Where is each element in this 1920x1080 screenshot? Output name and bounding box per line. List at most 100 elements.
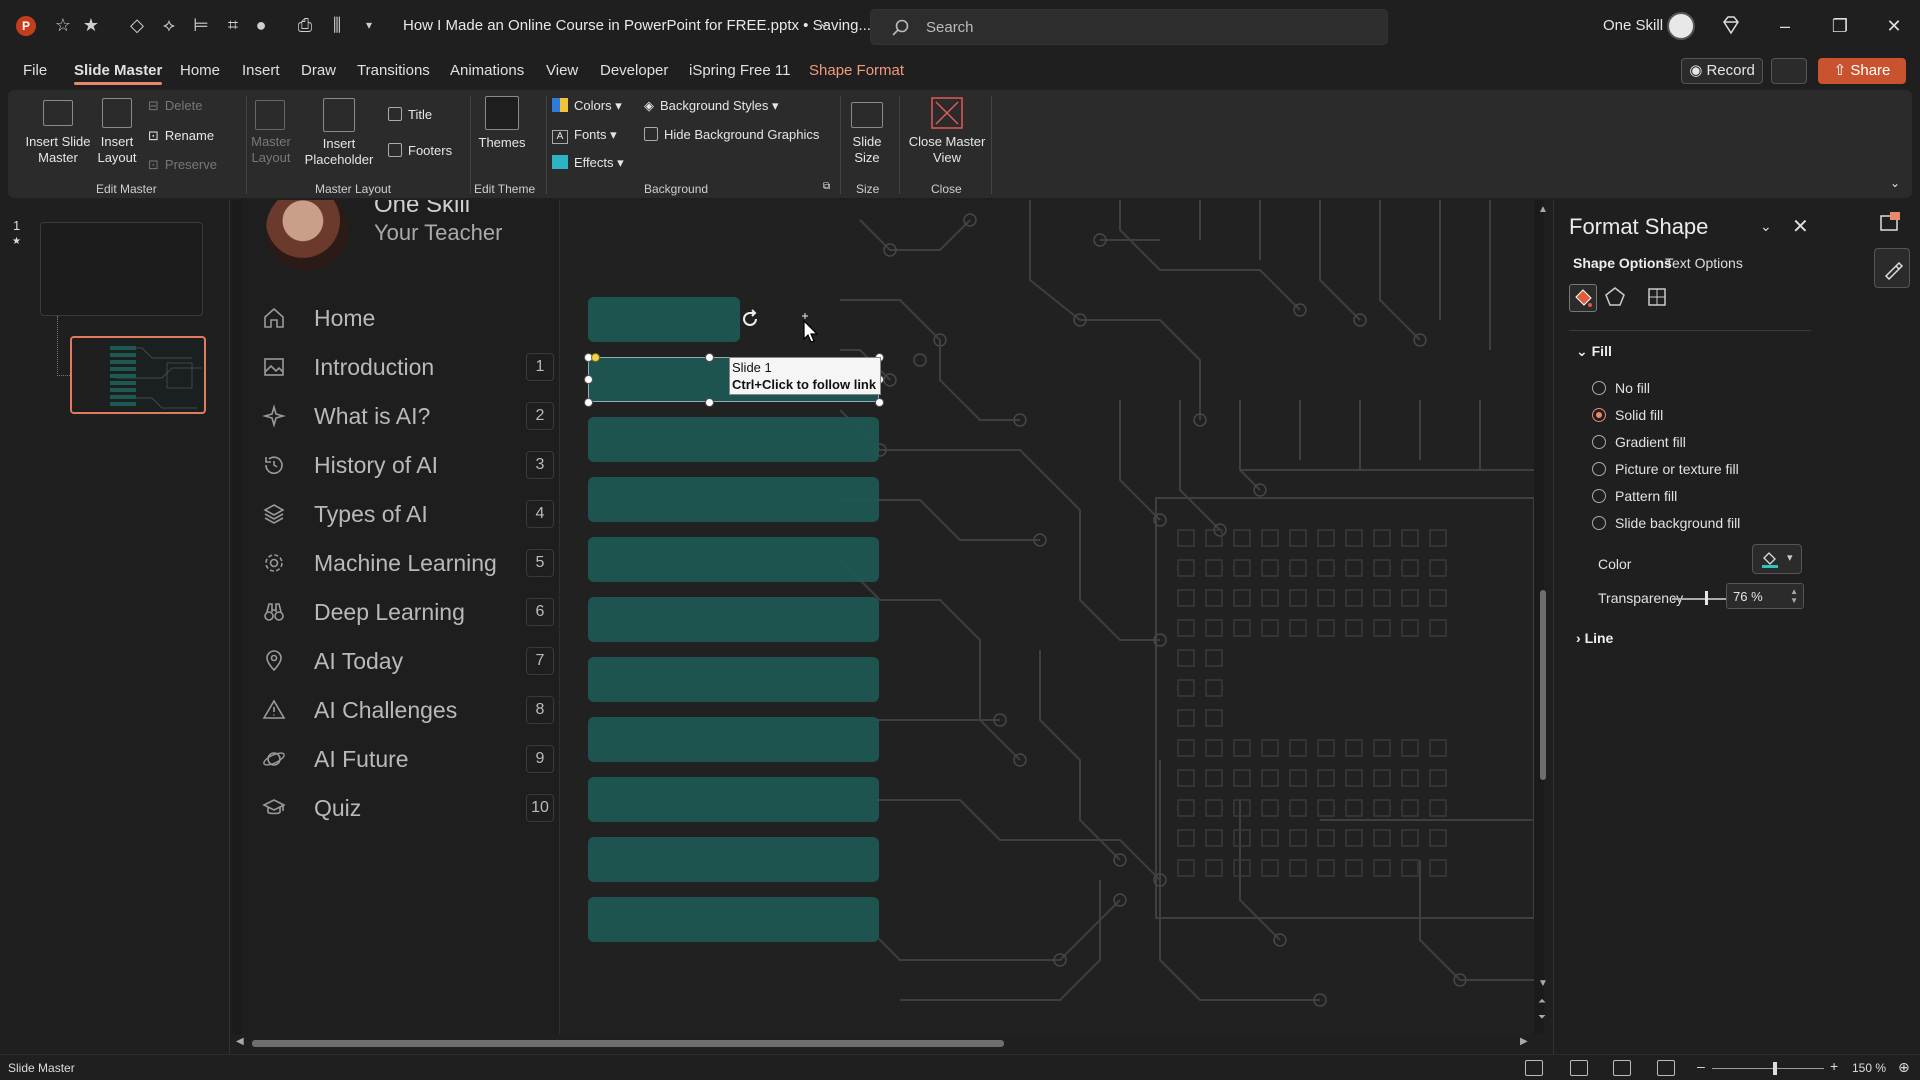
scroll-left-icon[interactable]: ◀ (236, 1036, 244, 1047)
radio-pattern-fill[interactable]: Pattern fill (1592, 488, 1677, 504)
tab-home[interactable]: Home (180, 62, 220, 79)
line-section-header[interactable]: › Line (1576, 630, 1613, 646)
avatar[interactable] (1667, 12, 1695, 40)
radio-no-fill[interactable]: No fill (1592, 380, 1650, 396)
close-master-view-button[interactable]: Close Master View (906, 134, 988, 166)
resize-handle[interactable] (705, 398, 714, 407)
crop-icon[interactable]: ⌗ (222, 14, 244, 36)
scroll-up-icon[interactable]: ▲ (1538, 204, 1548, 215)
user-name[interactable]: One Skill (1603, 17, 1663, 34)
menu-item-ai-future[interactable]: AI Future 9 (262, 739, 554, 779)
close-pane-icon[interactable]: ✕ (1792, 214, 1809, 239)
zoom-level[interactable]: 150 % (1852, 1061, 1886, 1075)
slide-size-button[interactable]: Slide Size (844, 134, 890, 166)
zoom-in-icon[interactable]: + (1830, 1058, 1838, 1074)
transparency-slider[interactable] (1672, 598, 1734, 600)
menu-item-machine-learning[interactable]: Machine Learning 5 (262, 543, 554, 583)
record-button[interactable]: ◉ Record (1681, 58, 1763, 84)
tab-shape-options[interactable]: Shape Options (1573, 255, 1672, 271)
diamond-icon[interactable] (1720, 14, 1742, 36)
slide[interactable]: One Skill Your Teacher Home Introduction… (242, 200, 1534, 1034)
format-shape-rail-button[interactable] (1874, 248, 1910, 288)
zoom-slider-knob[interactable] (1773, 1062, 1777, 1075)
designer-icon[interactable] (1876, 208, 1904, 236)
link-button-ai-today[interactable] (588, 717, 879, 762)
resize-handle[interactable] (875, 398, 884, 407)
preserve-button[interactable]: ⊡ Preserve (148, 157, 217, 173)
background-dialog-launcher-icon[interactable]: ⧉ (823, 181, 830, 192)
slide-sorter-icon[interactable] (1570, 1060, 1588, 1076)
tab-draw[interactable]: Draw (301, 62, 336, 79)
layout-thumbnail[interactable] (70, 336, 206, 414)
fill-section-header[interactable]: ⌄ Fill (1576, 343, 1612, 360)
master-layout-button[interactable]: Master Layout (248, 134, 294, 166)
resize-handle[interactable] (584, 375, 593, 384)
link-button-history-of-ai[interactable] (588, 477, 879, 522)
menu-item-deep-learning[interactable]: Deep Learning 6 (262, 592, 554, 632)
comments-button[interactable] (1771, 58, 1807, 84)
search-box[interactable]: Search (870, 9, 1388, 45)
next-slide-icon[interactable]: ⏷ (1538, 1012, 1546, 1023)
horizontal-scrollbar[interactable]: ◀ ▶ (232, 1036, 1532, 1050)
resize-handle[interactable] (584, 398, 593, 407)
menu-item-home[interactable]: Home (262, 298, 544, 338)
customize-qat-icon[interactable]: ▾ (358, 14, 380, 36)
shape-icon[interactable]: ⟡ (158, 14, 180, 36)
notes-icon[interactable] (1525, 1060, 1543, 1076)
spinner-icon[interactable]: ▲ ▼ (1790, 587, 1798, 605)
colors-dropdown[interactable]: Colors ▾ (552, 98, 622, 114)
effects-category-button[interactable] (1602, 284, 1630, 312)
tab-transitions[interactable]: Transitions (357, 62, 430, 79)
close-icon[interactable]: ✕ (1879, 14, 1909, 38)
tab-text-options[interactable]: Text Options (1665, 255, 1743, 271)
transparency-input[interactable]: 76 % ▲ ▼ (1726, 583, 1804, 609)
link-button-what-is-ai[interactable] (588, 417, 879, 462)
insert-layout-button[interactable]: Insert Layout (96, 134, 138, 166)
horizontal-scroll-thumb[interactable] (252, 1040, 1004, 1047)
zoom-slider[interactable] (1712, 1068, 1824, 1069)
distribute-icon[interactable]: ⫼ (326, 14, 348, 36)
menu-item-history-of-ai[interactable]: History of AI 3 (262, 445, 554, 485)
document-title[interactable]: How I Made an Online Course in PowerPoin… (403, 17, 871, 34)
tab-view[interactable]: View (546, 62, 578, 79)
link-button-types-of-ai[interactable] (588, 537, 879, 582)
rename-button[interactable]: ⊡ Rename (148, 128, 214, 144)
fit-to-window-icon[interactable]: ⊕ (1898, 1059, 1910, 1076)
reading-view-icon[interactable] (1613, 1060, 1631, 1076)
tab-shape-format[interactable]: Shape Format (809, 62, 904, 79)
menu-item-quiz[interactable]: Quiz 10 (262, 788, 554, 828)
print-icon[interactable]: ⎙ (294, 14, 316, 36)
autosave-icon[interactable]: ☆ (52, 14, 74, 36)
chevron-down-icon[interactable]: ⌄ (818, 14, 830, 31)
tab-insert[interactable]: Insert (242, 62, 280, 79)
radio-solid-fill[interactable]: Solid fill (1592, 407, 1663, 423)
slideshow-icon[interactable] (1657, 1060, 1675, 1076)
fill-line-category-button[interactable] (1569, 284, 1597, 312)
fonts-dropdown[interactable]: A Fonts ▾ (552, 127, 617, 144)
collapse-ribbon-icon[interactable]: ⌄ (1890, 176, 1900, 190)
delete-button[interactable]: ⊟ Delete (148, 98, 202, 114)
tab-slide-master[interactable]: Slide Master (74, 62, 163, 85)
zoom-out-icon[interactable]: – (1697, 1058, 1705, 1074)
radio-slide-background-fill[interactable]: Slide background fill (1592, 515, 1740, 531)
hide-background-graphics-checkbox[interactable]: Hide Background Graphics (644, 127, 819, 142)
themes-button[interactable]: Themes (478, 135, 526, 151)
transparency-slider-knob[interactable] (1705, 591, 1708, 605)
footers-checkbox[interactable]: Footers (388, 143, 452, 158)
menu-item-ai-today[interactable]: AI Today 7 (262, 641, 554, 681)
background-styles-dropdown[interactable]: ◈ Background Styles ▾ (644, 98, 779, 114)
vertical-scrollbar[interactable]: ▲ ▼ ⏶ ⏷ (1536, 200, 1550, 1034)
link-button-ai-future[interactable] (588, 837, 879, 882)
tab-ispring[interactable]: iSpring Free 11 (689, 62, 790, 79)
tab-file[interactable]: File (23, 62, 47, 79)
insert-placeholder-button[interactable]: Insert Placeholder (298, 136, 380, 168)
previous-slide-icon[interactable]: ⏶ (1538, 996, 1546, 1007)
minimize-icon[interactable]: – (1770, 14, 1800, 38)
radio-gradient-fill[interactable]: Gradient fill (1592, 434, 1686, 450)
align-icon[interactable]: ⊨ (190, 14, 212, 36)
tab-animations[interactable]: Animations (450, 62, 524, 79)
present-icon[interactable]: ◇ (126, 14, 148, 36)
pane-options-chevron-icon[interactable]: ⌄ (1760, 218, 1772, 235)
favorites-icon[interactable]: ★ (80, 14, 102, 36)
adjust-handle[interactable] (591, 353, 600, 362)
